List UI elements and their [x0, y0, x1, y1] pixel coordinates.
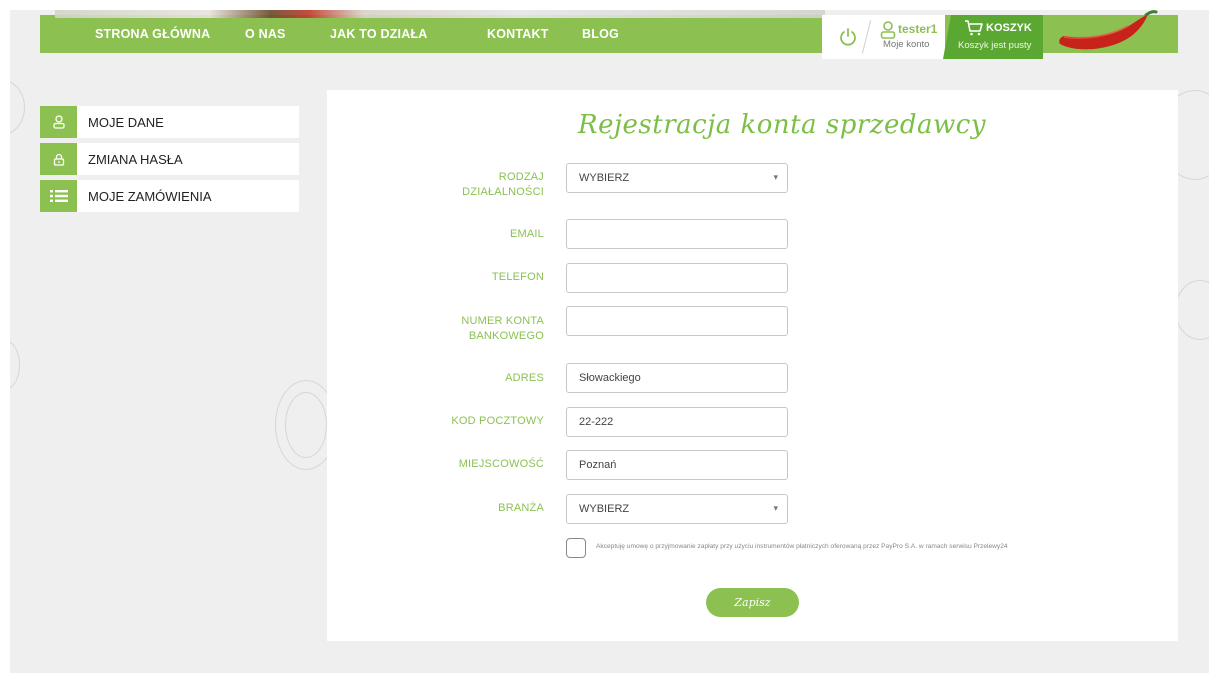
label-line: TELEFON: [491, 271, 544, 283]
email-label: EMAIL: [364, 227, 544, 242]
label-line: BANKOWEGO: [468, 330, 544, 342]
list-icon: [49, 190, 68, 202]
nav-links: STRONA GŁÓWNA O NAS JAK TO DZIAŁA KONTAK…: [95, 15, 642, 53]
label-line: MIEJSCOWOŚĆ: [458, 458, 544, 470]
industry-label: BRANŻA: [364, 501, 544, 516]
decorative-doodle: [285, 392, 327, 458]
chili-pepper-image: [1059, 10, 1158, 50]
business-type-label: RODZAJ DZIAŁALNOŚCI: [364, 170, 544, 200]
account-username[interactable]: tester1: [898, 22, 937, 36]
address-field[interactable]: Słowackiego: [566, 363, 788, 393]
sidebar-item-label: MOJE ZAMÓWIENIA: [88, 188, 212, 204]
nav-link-about[interactable]: O NAS: [245, 27, 330, 41]
cart-icon[interactable]: [964, 20, 984, 36]
consent-checkbox[interactable]: [566, 538, 586, 558]
sidebar-item-my-data[interactable]: MOJE DANE: [40, 106, 299, 138]
select-value: WYBIERZ: [579, 172, 630, 184]
sidebar-item-label: ZMIANA HASŁA: [88, 151, 183, 167]
decorative-doodle: [10, 340, 20, 390]
cart-title[interactable]: KOSZYK: [986, 22, 1032, 34]
account-subtitle[interactable]: Moje konto: [883, 39, 929, 50]
consent-text: Akceptuję umowę o przyjmowanie zapłaty p…: [596, 543, 1008, 550]
phone-field[interactable]: [566, 263, 788, 293]
email-field[interactable]: [566, 219, 788, 249]
business-type-select[interactable]: WYBIERZ: [566, 163, 788, 193]
page-title: Rejestracja konta sprzedawcy: [578, 110, 987, 140]
sidebar-icon-box: [40, 180, 77, 212]
sidebar-item-change-password[interactable]: ZMIANA HASŁA: [40, 143, 299, 175]
sidebar-item-label: MOJE DANE: [88, 114, 164, 130]
lock-icon: [53, 153, 64, 166]
nav-link-contact[interactable]: KONTAKT: [487, 27, 582, 41]
select-value: WYBIERZ: [579, 503, 630, 515]
postal-code-label: KOD POCZTOWY: [364, 414, 544, 429]
address-label: ADRES: [364, 371, 544, 386]
nav-link-blog[interactable]: BLOG: [582, 27, 642, 41]
label-line: DZIAŁALNOŚCI: [462, 186, 544, 198]
sidebar-icon-box: [40, 106, 77, 138]
sidebar-icon-box: [40, 143, 77, 175]
city-label: MIEJSCOWOŚĆ: [364, 457, 544, 472]
save-button-label: Zapisz: [734, 596, 771, 609]
decorative-doodle: [10, 80, 25, 135]
label-line: BRANŻA: [498, 502, 544, 514]
label-line: EMAIL: [509, 228, 544, 240]
nav-link-home[interactable]: STRONA GŁÓWNA: [95, 27, 245, 41]
label-line: ADRES: [505, 372, 544, 384]
label-line: NUMER KONTA: [461, 315, 544, 327]
power-icon[interactable]: [838, 27, 858, 47]
bank-account-field[interactable]: [566, 306, 788, 336]
field-value: 22-222: [579, 416, 614, 428]
field-value: Słowackiego: [579, 372, 641, 384]
postal-code-field[interactable]: 22-222: [566, 407, 788, 437]
city-field[interactable]: Poznań: [566, 450, 788, 480]
save-button[interactable]: Zapisz: [706, 588, 799, 617]
field-value: Poznań: [579, 459, 617, 471]
phone-label: TELEFON: [364, 270, 544, 285]
nav-link-how-it-works[interactable]: JAK TO DZIAŁA: [330, 27, 487, 41]
decorative-doodle: [1175, 280, 1209, 340]
cart-status[interactable]: Koszyk jest pusty: [958, 40, 1031, 51]
bank-account-label: NUMER KONTA BANKOWEGO: [364, 314, 544, 344]
user-icon: [52, 115, 65, 129]
user-icon[interactable]: [880, 21, 896, 39]
sidebar-item-my-orders[interactable]: MOJE ZAMÓWIENIA: [40, 180, 299, 212]
label-line: RODZAJ: [498, 171, 544, 183]
industry-select[interactable]: WYBIERZ: [566, 494, 788, 524]
label-line: KOD POCZTOWY: [451, 415, 544, 427]
header-photo-strip: [55, 10, 825, 18]
